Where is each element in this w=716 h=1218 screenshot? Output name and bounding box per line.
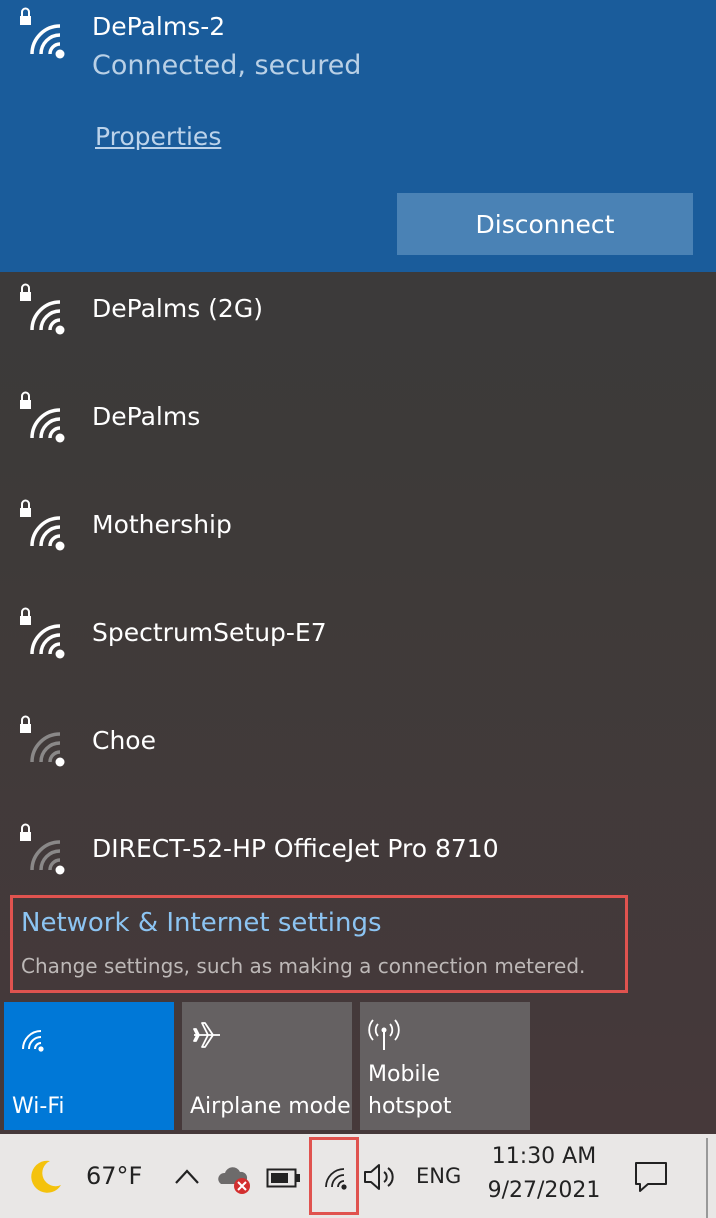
weather-temperature[interactable]: 67°F [86, 1162, 142, 1190]
onedrive-error-icon[interactable] [216, 1160, 252, 1196]
settings-title: Network & Internet settings [21, 908, 382, 938]
action-center-icon[interactable] [634, 1160, 668, 1194]
wifi-secured-icon [20, 391, 65, 443]
network-name: DIRECT-52-HP OfficeJet Pro 8710 [92, 834, 499, 863]
network-name: SpectrumSetup-E7 [92, 618, 327, 647]
wifi-secured-icon [20, 7, 65, 59]
properties-link[interactable]: Properties [95, 122, 221, 151]
clock-date[interactable]: 9/27/2021 [474, 1178, 614, 1203]
connected-network-panel[interactable]: DePalms-2 Connected, secured Properties … [0, 0, 716, 272]
wifi-tile-label: Wi-Fi [12, 1094, 65, 1119]
network-item[interactable]: DePalms (2G) [0, 272, 716, 380]
clock-time[interactable]: 11:30 AM [474, 1144, 614, 1169]
network-name: Mothership [92, 510, 232, 539]
airplane-icon [193, 1022, 220, 1048]
network-name: DePalms (2G) [92, 294, 263, 323]
network-item[interactable]: Choe [0, 704, 716, 812]
connection-status: Connected, secured [92, 50, 362, 81]
disconnect-button[interactable]: Disconnect [397, 193, 693, 255]
wifi-secured-icon [20, 283, 65, 335]
network-name: Choe [92, 726, 156, 755]
volume-icon[interactable] [362, 1162, 398, 1192]
network-item[interactable]: DePalms [0, 380, 716, 488]
settings-subtitle: Change settings, such as making a connec… [21, 954, 586, 978]
network-item[interactable]: SpectrumSetup-E7 [0, 596, 716, 704]
wifi-tray-highlight [309, 1137, 359, 1215]
network-name: DePalms [92, 402, 201, 431]
wifi-tile[interactable]: Wi-Fi [4, 1002, 174, 1130]
taskbar-divider [706, 1138, 708, 1218]
wifi-weak-secured-icon [20, 823, 65, 875]
language-indicator[interactable]: ENG [416, 1164, 461, 1188]
network-settings-link[interactable]: Network & Internet settings Change setti… [10, 895, 628, 993]
mobile-hotspot-tile[interactable]: Mobile hotspot [360, 1002, 530, 1130]
wifi-weak-secured-icon [20, 715, 65, 767]
battery-icon[interactable] [266, 1168, 302, 1188]
wifi-icon [22, 1030, 44, 1052]
mobile-hotspot-label-line2: hotspot [368, 1094, 452, 1119]
hotspot-icon [368, 1019, 400, 1050]
network-item[interactable]: Mothership [0, 488, 716, 596]
weather-moon-icon[interactable] [26, 1158, 64, 1196]
network-item[interactable]: DIRECT-52-HP OfficeJet Pro 8710 [0, 812, 716, 894]
connected-network-name: DePalms-2 [92, 12, 226, 41]
mobile-hotspot-label-line1: Mobile [368, 1062, 441, 1087]
network-flyout: DePalms-2 Connected, secured Properties … [0, 0, 716, 1134]
wifi-secured-icon [20, 499, 65, 551]
airplane-mode-tile[interactable]: Airplane mode [182, 1002, 352, 1130]
airplane-mode-label: Airplane mode [190, 1094, 351, 1119]
wifi-secured-icon [20, 607, 65, 659]
chevron-up-icon[interactable] [174, 1168, 200, 1186]
